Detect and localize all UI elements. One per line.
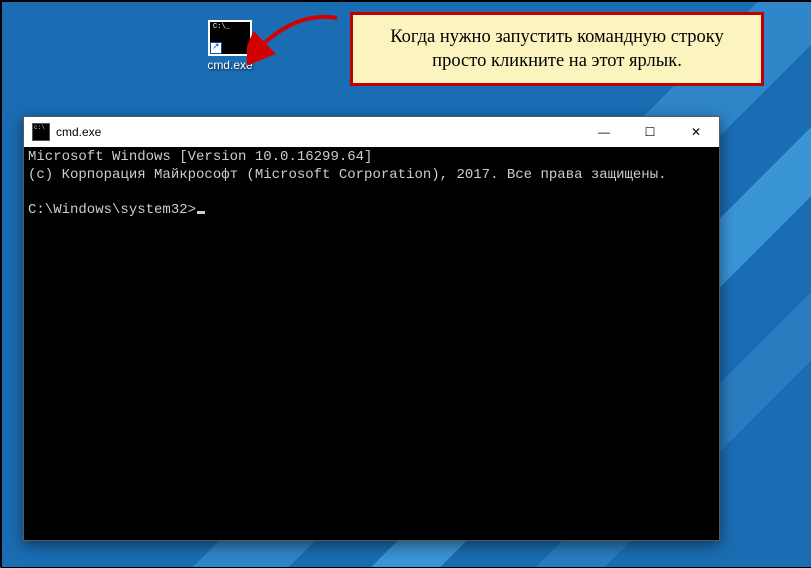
cmd-window: cmd.exe — ☐ ✕ Microsoft Windows [Version… (23, 116, 720, 541)
cmd-output-line: Microsoft Windows [Version 10.0.16299.64… (28, 149, 372, 165)
cmd-prompt: C:\Windows\system32> (28, 202, 196, 218)
cmd-titlebar-icon (32, 123, 50, 141)
annotation-callout-text: Когда нужно запустить командную строку п… (390, 27, 723, 71)
cmd-shortcut-icon (208, 20, 252, 56)
annotation-callout: Когда нужно запустить командную строку п… (350, 12, 764, 86)
cmd-window-title: cmd.exe (56, 125, 101, 139)
shortcut-overlay-icon (210, 42, 222, 54)
cmd-shortcut[interactable]: cmd.exe (200, 20, 260, 72)
maximize-button[interactable]: ☐ (627, 117, 673, 147)
cmd-terminal[interactable]: Microsoft Windows [Version 10.0.16299.64… (24, 147, 719, 540)
minimize-button[interactable]: — (581, 117, 627, 147)
cmd-shortcut-label: cmd.exe (200, 58, 260, 72)
cmd-titlebar[interactable]: cmd.exe — ☐ ✕ (24, 117, 719, 147)
cmd-output-line: (c) Корпорация Майкрософт (Microsoft Cor… (28, 167, 667, 183)
close-button[interactable]: ✕ (673, 117, 719, 147)
cmd-cursor-icon (197, 211, 205, 214)
